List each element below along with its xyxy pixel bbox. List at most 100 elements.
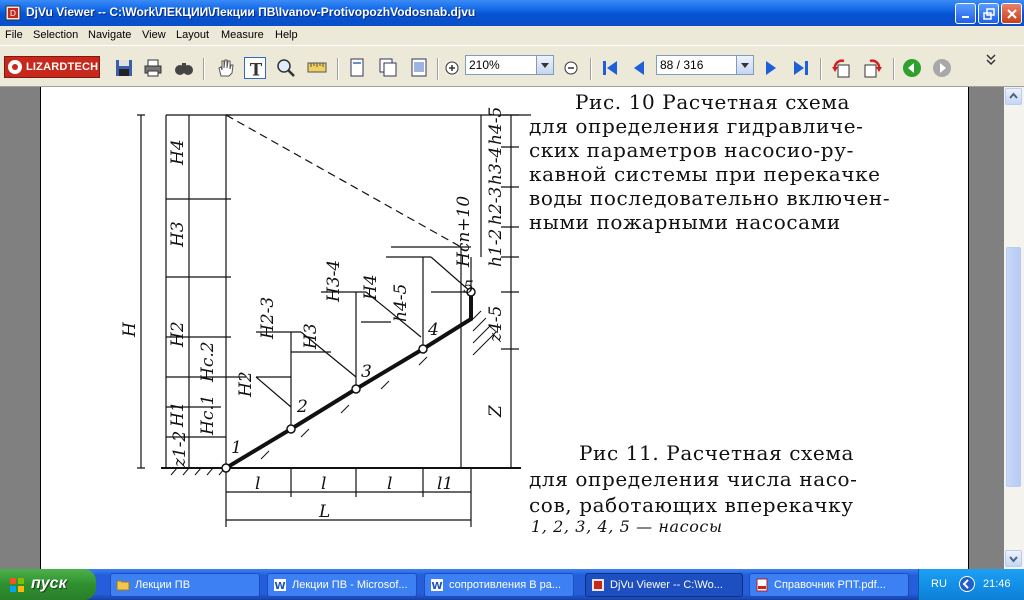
word-doc-icon: W xyxy=(274,579,286,592)
zoom-out-icon xyxy=(564,61,578,75)
djvu-app-icon xyxy=(592,579,604,591)
forward-button[interactable] xyxy=(931,57,953,79)
start-button[interactable]: пуск xyxy=(0,569,96,600)
rotate-left-button[interactable] xyxy=(830,57,852,79)
page-select[interactable]: 88 / 316 xyxy=(656,55,754,75)
task-folder[interactable]: Лекции ПВ xyxy=(110,573,260,597)
task-label: DjVu Viewer -- C:\Wo... xyxy=(610,579,723,591)
toolbar-separator xyxy=(820,58,822,80)
text-select-button[interactable]: T xyxy=(244,57,266,80)
dim-l-3: l xyxy=(387,474,392,494)
close-button[interactable] xyxy=(1001,3,1022,24)
measure-tool-button[interactable] xyxy=(306,57,328,79)
chevron-down-icon[interactable] xyxy=(536,56,553,74)
last-page-icon xyxy=(794,61,808,75)
facing-pages-button[interactable] xyxy=(408,57,430,79)
zoom-out-button[interactable] xyxy=(560,57,582,79)
fig11-caption-line-3: сов, работающих вперекачку xyxy=(529,493,854,517)
restore-button[interactable] xyxy=(978,3,999,24)
word-doc-icon: W xyxy=(431,579,443,592)
dim-l-total: L xyxy=(318,502,330,522)
dim-l-1: l xyxy=(255,474,260,494)
svg-text:W: W xyxy=(274,581,285,592)
continuous-button[interactable] xyxy=(377,57,399,79)
task-label: Справочник РПТ.pdf... xyxy=(774,579,886,591)
next-page-button[interactable] xyxy=(760,57,782,79)
task-word-1[interactable]: W Лекции ПВ - Microsof... xyxy=(267,573,417,597)
label-h2: H2 xyxy=(168,321,188,348)
menu-selection[interactable]: Selection xyxy=(33,29,78,41)
lizardtech-logo[interactable]: LIZARDTECH xyxy=(4,56,100,78)
menu-layout[interactable]: Layout xyxy=(176,29,209,41)
label-hc2: Hc.2 xyxy=(198,341,218,383)
menu-file[interactable]: File xyxy=(5,29,23,41)
magnifier-icon xyxy=(277,59,295,77)
last-page-button[interactable] xyxy=(790,57,812,79)
next-page-icon xyxy=(766,61,776,75)
binoculars-icon xyxy=(175,63,193,75)
language-indicator[interactable]: RU xyxy=(931,578,947,590)
zoom-in-button[interactable] xyxy=(441,57,463,79)
scroll-thumb[interactable] xyxy=(1006,247,1021,487)
close-icon xyxy=(1006,8,1017,19)
back-button[interactable] xyxy=(901,57,923,79)
fig10-caption-line-5: воды последовательно включен- xyxy=(529,186,891,210)
menu-view[interactable]: View xyxy=(142,29,166,41)
back-icon xyxy=(903,59,921,77)
chevron-double-down-icon xyxy=(986,54,996,66)
menu-measure[interactable]: Measure xyxy=(221,29,264,41)
start-label: пуск xyxy=(31,575,67,592)
label-hsp10: Hсп+10 xyxy=(454,196,474,268)
pump-label-5: 5 xyxy=(463,278,474,298)
scroll-up-button[interactable] xyxy=(1005,88,1022,105)
task-label: Лекции ПВ - Microsof... xyxy=(292,579,408,591)
menu-navigate[interactable]: Navigate xyxy=(88,29,131,41)
task-djvu-viewer[interactable]: DjVu Viewer -- C:\Wo... xyxy=(585,573,743,597)
system-tray: RU 21:46 xyxy=(918,569,1024,600)
zoom-tool-button[interactable] xyxy=(275,57,297,79)
pan-tool-button[interactable] xyxy=(214,57,236,79)
menu-bar: File Selection Navigate View Layout Meas… xyxy=(0,26,1024,45)
label-h2-3-right: h2-3 xyxy=(486,187,506,225)
label-h4: H4 xyxy=(168,139,188,166)
svg-text:W: W xyxy=(431,581,442,592)
scroll-down-button[interactable] xyxy=(1005,550,1022,567)
toolbar-overflow-button[interactable] xyxy=(984,52,998,66)
previous-page-button[interactable] xyxy=(628,57,650,79)
fig10-caption-line-4: кавной системы при перекачке xyxy=(529,162,881,186)
first-page-icon xyxy=(603,61,617,75)
task-pdf[interactable]: Справочник РПТ.pdf... xyxy=(749,573,909,597)
chevron-down-icon[interactable] xyxy=(736,56,753,74)
page-value: 88 / 316 xyxy=(660,58,704,72)
label-h4-mid: H4 xyxy=(361,274,381,301)
toolbar-separator xyxy=(893,58,895,80)
first-page-button[interactable] xyxy=(599,57,621,79)
menu-help[interactable]: Help xyxy=(275,29,298,41)
vertical-scrollbar[interactable] xyxy=(1004,87,1024,569)
document-viewport[interactable]: H4 H3 H2 Hc.2 H1 Hc.1 z1-2 H H2 H2-3 H3 … xyxy=(0,87,1004,569)
title-bar[interactable]: D DjVu Viewer -- C:\Work\ЛЕКЦИИ\Лекции П… xyxy=(0,0,1024,26)
rotate-right-icon xyxy=(864,59,882,78)
rotate-right-button[interactable] xyxy=(862,57,884,79)
page-icon xyxy=(350,58,364,77)
minimize-button[interactable] xyxy=(955,3,976,24)
toolbar-separator xyxy=(203,58,205,80)
zoom-select[interactable]: 210% xyxy=(465,55,554,75)
show-hidden-icons-button[interactable] xyxy=(959,576,975,592)
chevron-up-icon xyxy=(1009,92,1018,99)
label-hc1: Hc.1 xyxy=(198,394,218,436)
find-button[interactable] xyxy=(173,57,195,79)
task-word-2[interactable]: W сопротивления В ра... xyxy=(424,573,574,597)
single-page-button[interactable] xyxy=(346,57,368,79)
toolbar-separator xyxy=(590,58,592,80)
restore-icon xyxy=(982,7,995,20)
zoom-value: 210% xyxy=(469,58,500,72)
svg-text:D: D xyxy=(10,9,16,18)
window-title: DjVu Viewer -- C:\Work\ЛЕКЦИИ\Лекции ПВ\… xyxy=(26,5,476,19)
document-page[interactable]: H4 H3 H2 Hc.2 H1 Hc.1 z1-2 H H2 H2-3 H3 … xyxy=(40,87,969,569)
clock[interactable]: 21:46 xyxy=(983,578,1011,590)
folder-icon xyxy=(116,580,130,591)
save-button[interactable] xyxy=(113,57,135,79)
print-button[interactable] xyxy=(142,57,164,79)
hand-icon xyxy=(218,59,234,77)
